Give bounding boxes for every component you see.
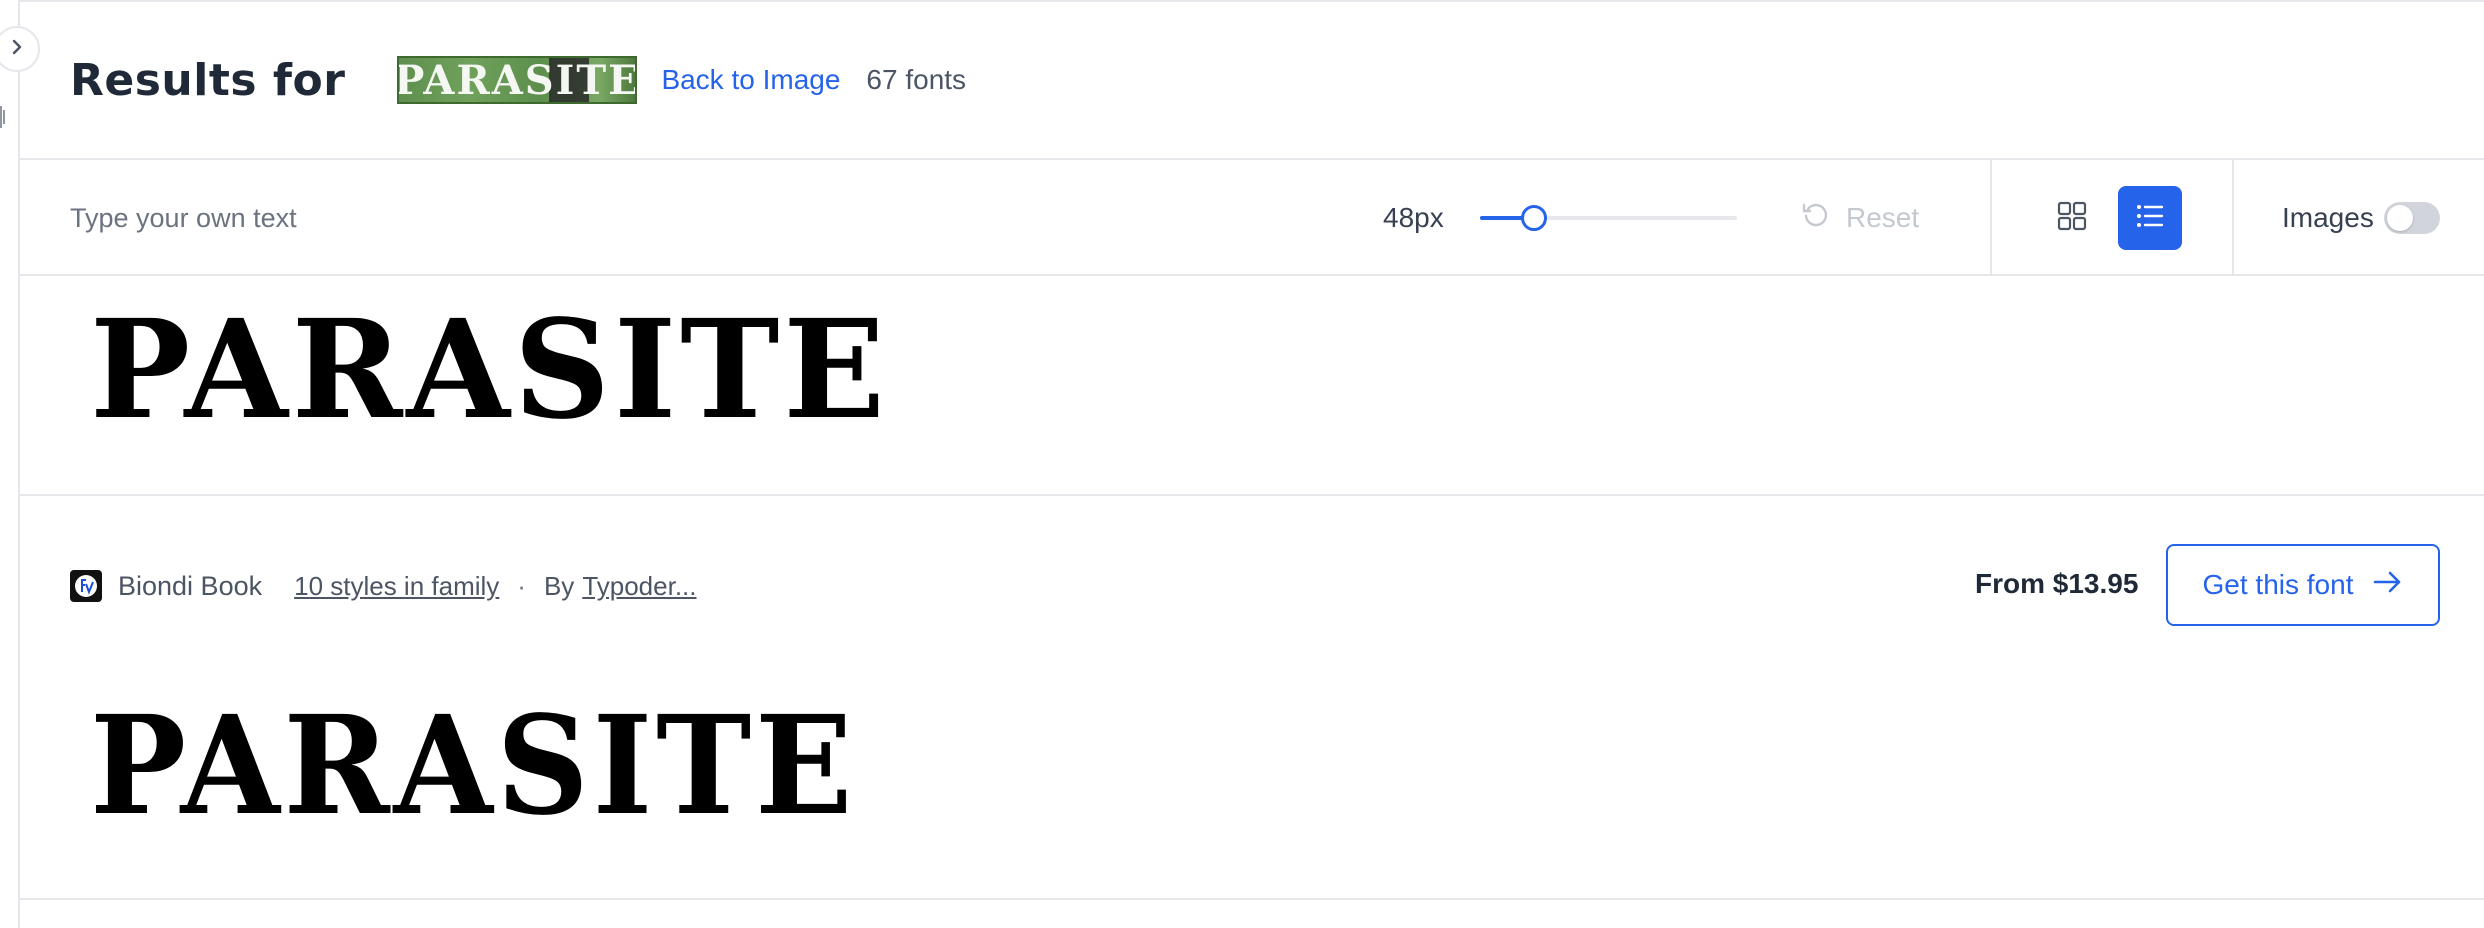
font-size-slider[interactable]	[1480, 205, 1737, 231]
styles-in-family-link[interactable]: 10 styles in family	[294, 571, 499, 602]
font-count: 67 fonts	[866, 64, 967, 95]
reset-button[interactable]: Reset	[1800, 196, 1919, 240]
font-card-meta: Biondi Book 10 styles in family · By Typ…	[70, 566, 697, 606]
foundry-logo-icon	[70, 570, 102, 602]
arrow-right-icon	[2373, 569, 2403, 601]
by-label: By	[543, 570, 575, 601]
font-size-value: 48px	[1383, 202, 1444, 233]
toolbar-divider	[1990, 160, 1992, 276]
grid-icon	[2057, 201, 2087, 236]
chevron-right-icon	[8, 38, 26, 61]
back-to-image-link[interactable]: Back to Image	[661, 64, 840, 96]
preview-toolbar: 48px Reset Images	[20, 160, 2484, 276]
thumbnail-text: PARASITE	[397, 56, 638, 104]
get-font-label: Get this font	[2202, 569, 2354, 600]
toggle-knob	[2387, 205, 2413, 231]
reset-icon	[1800, 200, 1830, 237]
source-image-thumbnail: PARASITE	[397, 56, 638, 104]
font-name: Biondi Book	[118, 570, 263, 601]
page-title: Results for	[70, 54, 346, 106]
meta-separator: ·	[517, 570, 526, 601]
font-preview-text: PARASITE	[90, 686, 857, 846]
font-preview-text: PARASITE	[90, 290, 889, 450]
images-label: Images	[2282, 202, 2374, 233]
rail-edge-glyph	[0, 102, 6, 132]
get-this-font-button[interactable]: Get this font	[2166, 544, 2440, 626]
results-header: Results for PARASITE Back to Image 67 fo…	[20, 2, 2484, 160]
grid-view-button[interactable]	[2040, 186, 2104, 250]
custom-text-input[interactable]	[70, 198, 770, 238]
reset-label: Reset	[1846, 202, 1920, 233]
toolbar-divider	[2232, 160, 2234, 276]
font-price: From $13.95	[1975, 568, 2139, 599]
result-divider	[20, 494, 2484, 496]
designer-link[interactable]: Typoder...	[582, 571, 696, 602]
list-view-button[interactable]	[2118, 186, 2182, 250]
slider-handle[interactable]	[1520, 205, 1547, 231]
left-rail	[0, 0, 20, 928]
result-divider	[20, 898, 2484, 900]
images-toggle[interactable]	[2384, 202, 2440, 234]
list-icon	[2135, 201, 2165, 236]
